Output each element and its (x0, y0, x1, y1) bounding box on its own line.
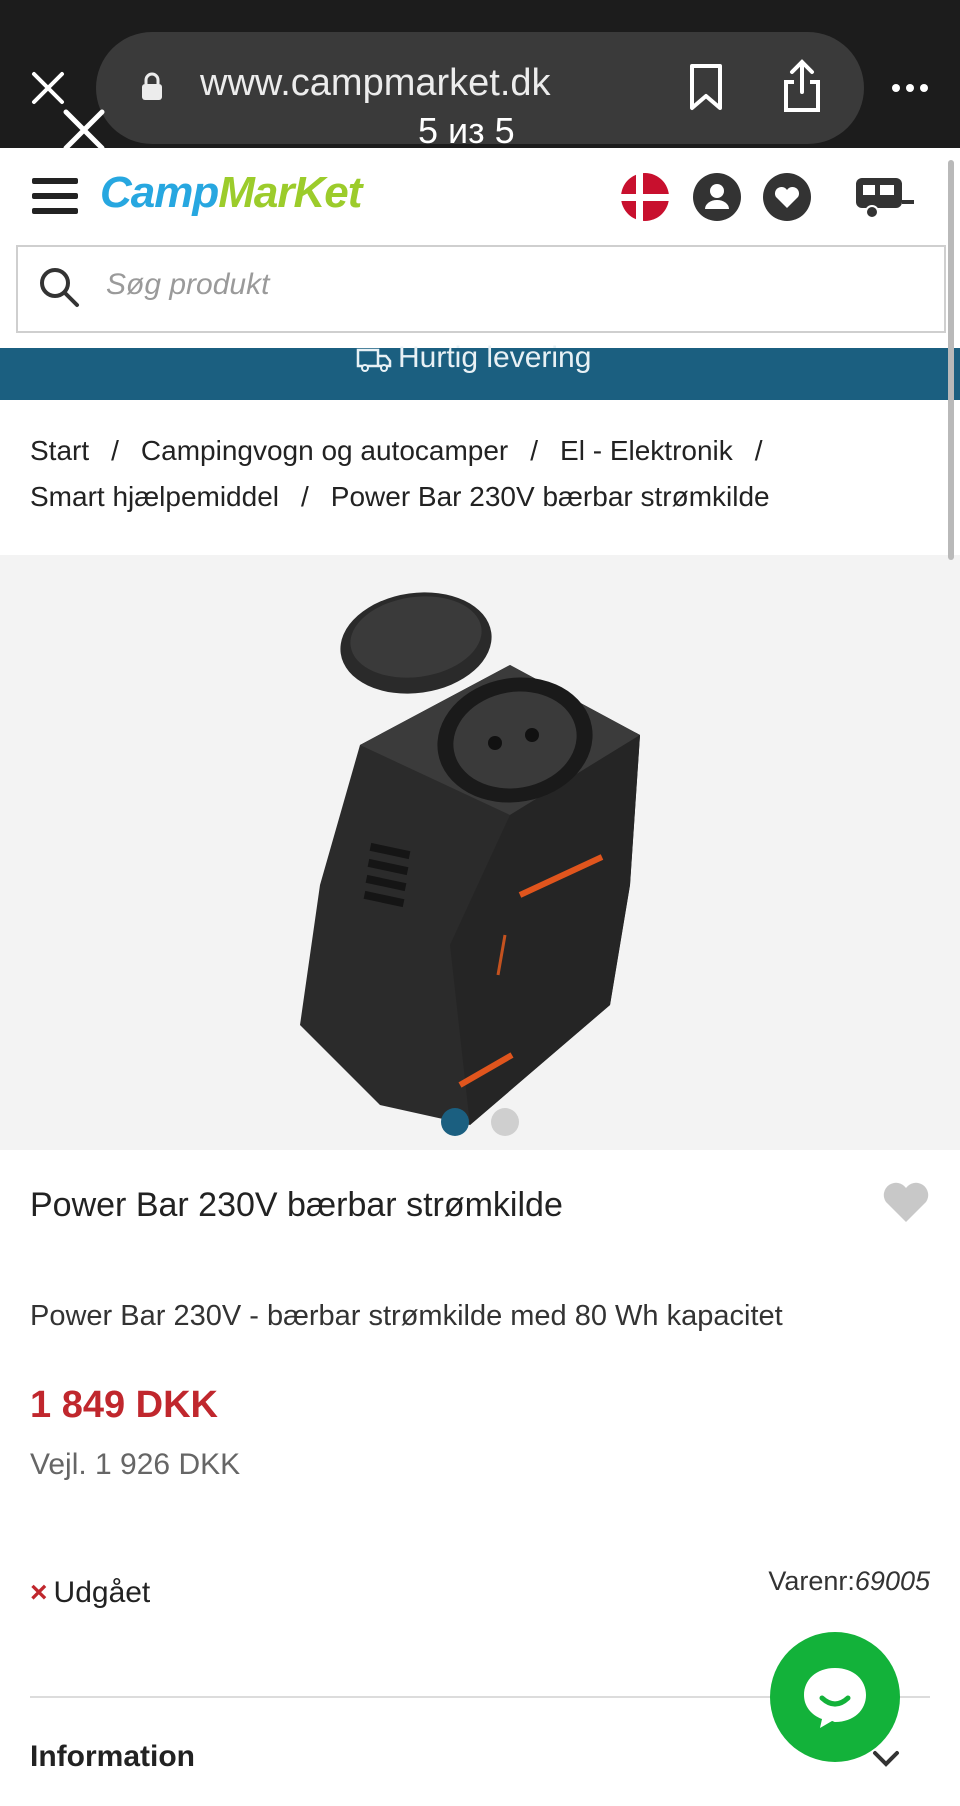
breadcrumb-electronics[interactable]: El - Elektronik (560, 435, 733, 466)
viewer-close-icon[interactable] (62, 108, 106, 152)
discontinued-icon: × (30, 1576, 48, 1609)
wishlist-heart-icon[interactable] (882, 1180, 930, 1224)
gallery-dot[interactable] (491, 1108, 519, 1136)
chat-bubble-icon[interactable] (800, 1664, 870, 1730)
chevron-down-icon[interactable] (872, 1750, 900, 1768)
breadcrumb-separator: / (754, 435, 763, 466)
product-title: Power Bar 230V bærbar strømkilde (30, 1186, 563, 1224)
search-input[interactable]: Søg produkt (106, 268, 269, 302)
stock-status: × Udgået (30, 1576, 150, 1610)
share-icon[interactable] (780, 58, 824, 114)
product-image[interactable] (300, 585, 660, 1125)
recommended-price: Vejl. 1 926 DKK (30, 1448, 241, 1481)
logo-market: MarKet (218, 168, 362, 217)
information-section-header[interactable]: Information (30, 1740, 195, 1774)
bookmark-icon[interactable] (686, 62, 726, 112)
stock-status-label: Udgået (53, 1576, 151, 1609)
hamburger-menu-icon[interactable] (32, 176, 78, 216)
page-scrollbar[interactable] (948, 160, 954, 560)
logo-camp: Camp (100, 168, 219, 217)
sku-value: 69005 (854, 1566, 930, 1596)
breadcrumb-separator: / (530, 435, 539, 466)
search-icon[interactable] (38, 266, 80, 308)
caravan-cart-icon[interactable] (854, 174, 916, 220)
product-sku: Varenr:69005 (768, 1566, 930, 1597)
delivery-truck-icon (356, 348, 392, 372)
breadcrumb-separator: / (111, 435, 119, 466)
product-description: Power Bar 230V - bærbar strømkilde med 8… (30, 1300, 783, 1332)
breadcrumb-separator: / (301, 481, 309, 512)
breadcrumb: Start / Campingvogn og autocamper / El - Ele… (30, 428, 910, 520)
breadcrumb-smart-aid[interactable]: Smart hjælpemiddel (30, 481, 279, 512)
more-menu-icon[interactable] (890, 82, 930, 94)
lock-icon (142, 72, 162, 100)
breadcrumb-camping[interactable]: Campingvogn og autocamper (141, 435, 508, 466)
danish-flag-icon[interactable] (620, 172, 670, 222)
product-price: 1 849 DKK (30, 1384, 218, 1426)
site-logo[interactable]: CampMarKet (100, 168, 362, 218)
breadcrumb-start[interactable]: Start (30, 435, 89, 466)
favorites-heart-icon[interactable] (762, 172, 812, 222)
image-counter: 5 из 5 (418, 110, 515, 151)
breadcrumb-current: Power Bar 230V bærbar strømkilde (330, 481, 770, 512)
close-icon[interactable] (30, 70, 66, 106)
sku-label: Varenr: (768, 1566, 855, 1596)
url-text[interactable]: www.campmarket.dk (200, 62, 551, 105)
user-account-icon[interactable] (692, 172, 742, 222)
gallery-dot-active[interactable] (441, 1108, 469, 1136)
delivery-banner-text: Hurtig levering (398, 341, 592, 374)
